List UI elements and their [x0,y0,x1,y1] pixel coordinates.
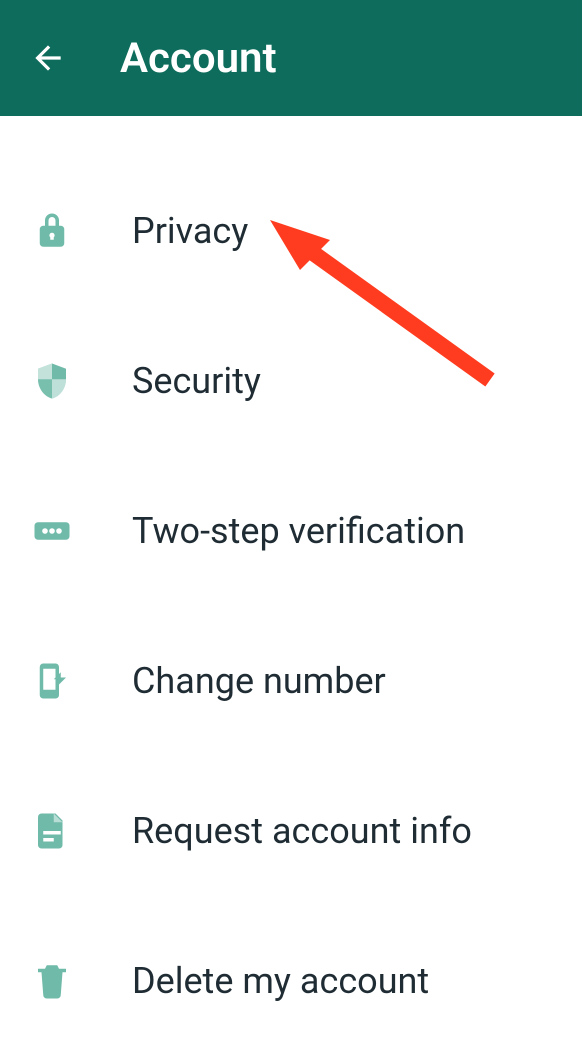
change-number-icon [28,657,76,705]
list-item-change-number[interactable]: Change number [0,606,582,756]
list-item-delete-account[interactable]: Delete my account [0,906,582,1056]
lock-icon [28,207,76,255]
trash-icon [28,957,76,1005]
list-item-security[interactable]: Security [0,306,582,456]
list-item-label: Request account info [132,810,472,852]
list-item-label: Security [132,360,261,402]
list-item-request-info[interactable]: Request account info [0,756,582,906]
list-item-label: Delete my account [132,960,429,1002]
list-item-privacy[interactable]: Privacy [0,156,582,306]
back-button[interactable] [24,34,72,82]
list-item-label: Two-step verification [132,510,465,552]
arrow-left-icon [29,39,67,77]
header-bar: Account [0,0,582,116]
settings-list: Privacy Security Two-step verification C… [0,116,582,1056]
page-title: Account [120,34,277,83]
list-item-two-step[interactable]: Two-step verification [0,456,582,606]
list-item-label: Privacy [132,210,248,252]
dots-icon [28,507,76,555]
shield-icon [28,357,76,405]
list-item-label: Change number [132,660,386,702]
document-icon [28,807,76,855]
